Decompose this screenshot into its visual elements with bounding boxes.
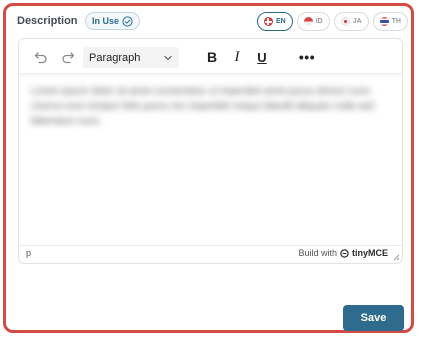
lang-th-label: TH: [391, 18, 401, 25]
lang-ja-label: JA: [352, 18, 362, 25]
description-label: Description: [17, 15, 78, 27]
indonesia-flag-icon: [303, 17, 313, 26]
editor-body-text: Lorem ipsum dolor sit amet consectetur u…: [31, 86, 374, 127]
undo-button[interactable]: [31, 47, 51, 67]
editor-statusbar: p Build with tinyMCE: [19, 245, 402, 263]
redo-button[interactable]: [58, 47, 78, 67]
save-button[interactable]: Save: [343, 305, 404, 331]
element-path[interactable]: p: [26, 248, 31, 258]
lang-th-button[interactable]: TH: [372, 12, 408, 31]
undo-icon: [34, 52, 47, 64]
panel-header: Description In Use EN ID JA TH: [17, 12, 408, 32]
chevron-down-icon: [164, 55, 172, 60]
bold-button[interactable]: B: [202, 47, 222, 67]
in-use-badge: In Use: [85, 12, 141, 30]
rich-text-editor: Paragraph B I U ••• Lorem ipsum dolor si…: [18, 38, 403, 264]
thailand-flag-icon: [379, 17, 389, 26]
italic-button[interactable]: I: [227, 47, 247, 67]
check-circle-icon: [122, 15, 133, 27]
block-format-select[interactable]: Paragraph: [83, 47, 179, 68]
block-format-value: Paragraph: [89, 51, 141, 64]
japan-flag-icon: [340, 17, 350, 26]
lang-en-button[interactable]: EN: [256, 12, 293, 31]
tinymce-branding[interactable]: Build with tinyMCE: [298, 248, 388, 258]
build-with-label: Build with: [298, 248, 337, 258]
redo-icon: [62, 52, 75, 64]
resize-handle-icon[interactable]: [392, 253, 400, 261]
uk-flag-icon: [263, 17, 273, 26]
lang-ja-button[interactable]: JA: [333, 12, 369, 31]
tinymce-logo-icon: [340, 248, 349, 258]
language-switcher: EN ID JA TH: [256, 12, 408, 31]
editor-toolbar: Paragraph B I U •••: [19, 39, 402, 74]
canvas: Description In Use EN ID JA TH Paragraph…: [0, 0, 423, 340]
in-use-label: In Use: [92, 16, 120, 26]
more-options-button[interactable]: •••: [297, 47, 317, 67]
underline-button[interactable]: U: [252, 47, 272, 67]
tinymce-brand-label: tinyMCE: [352, 248, 388, 258]
lang-id-label: ID: [315, 18, 323, 25]
lang-id-button[interactable]: ID: [296, 12, 330, 31]
editor-content-area[interactable]: Lorem ipsum dolor sit amet consectetur u…: [19, 74, 402, 246]
lang-en-label: EN: [275, 18, 286, 25]
